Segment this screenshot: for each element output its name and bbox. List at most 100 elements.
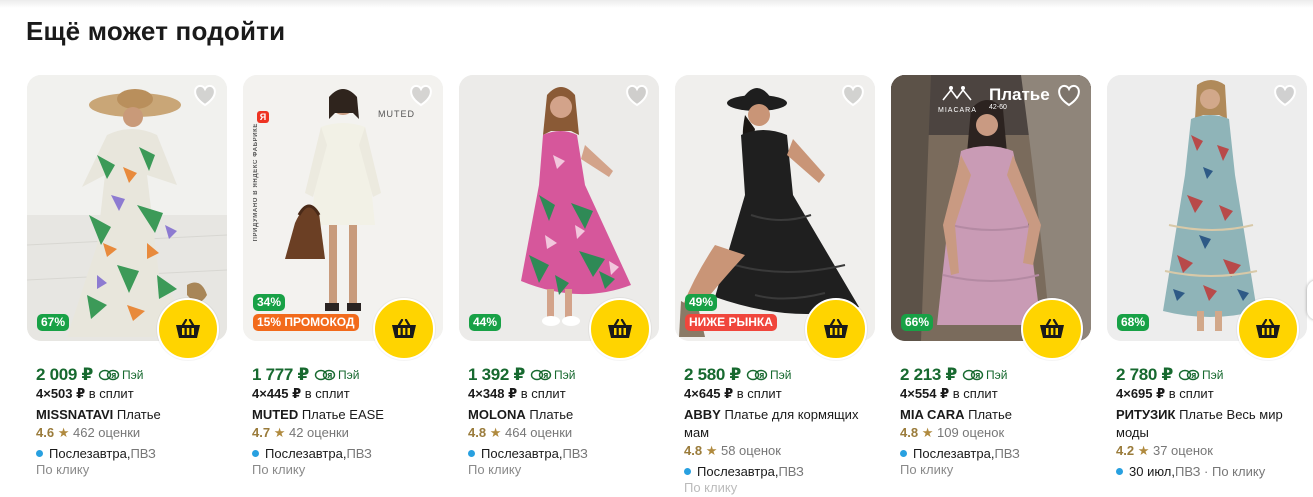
- split-amount: 4×645 ₽: [684, 386, 734, 401]
- basket-icon: [1256, 319, 1280, 338]
- favorite-heart-icon[interactable]: [408, 84, 434, 108]
- delivery-sub: По клику: [684, 480, 738, 495]
- add-to-cart-button[interactable]: [157, 298, 219, 360]
- price: 2 780 ₽: [1116, 365, 1173, 384]
- favorite-heart-icon[interactable]: [840, 84, 866, 108]
- split-suffix: в сплит: [733, 386, 782, 401]
- price-line: 2 009 ₽ Я Пэй: [36, 365, 226, 385]
- delivery-dot-icon: [1116, 467, 1123, 475]
- section-title: Ещё может подойти: [26, 16, 286, 46]
- product-title[interactable]: MOLONA Платье: [468, 406, 658, 424]
- product-card[interactable]: 67% 2 009 ₽ Я Пэй 4×503 ₽ в сплит MISSNA…: [27, 75, 227, 495]
- product-title[interactable]: MIA CARA Платье: [900, 406, 1090, 424]
- rating: 4.8 ★ 58 оценок: [684, 443, 874, 461]
- delivery: Послезавтра, ПВЗ: [900, 444, 1090, 462]
- delivery-dot-icon: [252, 449, 259, 457]
- badge-group: 44%: [469, 314, 502, 331]
- price-line: 1 777 ₽ Я Пэй: [252, 365, 442, 385]
- rating-value: 4.6: [36, 425, 55, 440]
- product-title[interactable]: MISSNATAVI Платье: [36, 406, 226, 424]
- delivery-date: Послезавтра,: [697, 463, 779, 479]
- brand: ABBY: [684, 407, 721, 422]
- miacara-wordmark: MIACARA: [938, 107, 977, 114]
- split-suffix: в сплит: [949, 386, 998, 401]
- add-to-cart-button[interactable]: [805, 298, 867, 360]
- yandex-badge: Я: [257, 111, 271, 123]
- delivery: Послезавтра, ПВЗ: [468, 444, 658, 462]
- delivery-dot-icon: [900, 449, 907, 457]
- product-name: Платье: [525, 407, 574, 422]
- delivery-place: ПВЗ: [994, 445, 1020, 461]
- reviews-count: 464 оценки: [504, 425, 573, 440]
- favorite-heart-icon[interactable]: [624, 84, 650, 108]
- delivery: Послезавтра, ПВЗ: [684, 462, 874, 480]
- product-card[interactable]: MIACARA Платье 42-60 66% 2 213 ₽ Я Пэй 4…: [891, 75, 1091, 495]
- discount-badge: 49%: [685, 294, 718, 311]
- product-name: Платье: [964, 407, 1012, 422]
- brand-watermark: MUTED: [378, 109, 415, 119]
- price: 1 777 ₽: [252, 365, 309, 384]
- pay-label: Пэй: [338, 368, 360, 382]
- split-amount: 4×348 ₽: [468, 386, 518, 401]
- delivery-dot-icon: [468, 449, 475, 457]
- brand: MISSNATAVI: [36, 407, 114, 422]
- reviews-count: 42 оценки: [288, 425, 349, 440]
- star-icon: ★: [57, 425, 70, 440]
- add-to-cart-button[interactable]: [373, 298, 435, 360]
- below-market-badge: НИЖЕ РЫНКА: [685, 314, 777, 331]
- reviews-count: 37 оценок: [1152, 443, 1213, 458]
- product-title[interactable]: ABBY Платье для кормящих мам: [684, 406, 874, 442]
- pay-icon: Я: [746, 369, 768, 381]
- delivery-place: ПВЗ: [562, 445, 588, 461]
- product-card[interactable]: 68% 2 780 ₽ Я Пэй 4×695 ₽ в сплит РИТУЗИ…: [1107, 75, 1307, 495]
- favorite-heart-icon[interactable]: [1272, 84, 1298, 108]
- split-suffix: в сплит: [1165, 386, 1214, 401]
- overlay-size: 42-60: [989, 104, 1007, 111]
- discount-badge: 34%: [253, 294, 286, 311]
- product-name: Платье EASE: [298, 407, 384, 422]
- delivery-sub: По клику: [900, 462, 954, 477]
- product-card[interactable]: 49% НИЖЕ РЫНКА 2 580 ₽ Я Пэй 4×645 ₽ в с…: [675, 75, 875, 495]
- product-title[interactable]: MUTED Платье EASE: [252, 406, 442, 424]
- add-to-cart-button[interactable]: [1237, 298, 1299, 360]
- basket-icon: [176, 319, 200, 338]
- star-icon: ★: [1137, 443, 1150, 458]
- price-line: 2 213 ₽ Я Пэй: [900, 365, 1090, 385]
- product-title[interactable]: РИТУЗИК Платье Весь мир моды: [1116, 406, 1306, 442]
- split-suffix: в сплит: [301, 386, 350, 401]
- pay-icon: Я: [530, 369, 552, 381]
- basket-icon: [392, 319, 416, 338]
- add-to-cart-button[interactable]: [1021, 298, 1083, 360]
- product-name: Платье: [113, 407, 161, 422]
- split-payment: 4×503 ₽ в сплит: [36, 386, 226, 403]
- delivery-place: ПВЗ: [130, 445, 156, 461]
- product-card[interactable]: MUTED Я ПРИДУМАНО В ЯНДЕКС ФАБРИКЕ 34% 1…: [243, 75, 443, 495]
- discount-badge: 67%: [37, 314, 70, 331]
- add-to-cart-button[interactable]: [589, 298, 651, 360]
- split-amount: 4×695 ₽: [1116, 386, 1166, 401]
- discount-badge: 68%: [1117, 314, 1150, 331]
- delivery-sub: По клику: [252, 462, 306, 477]
- basket-icon: [1040, 319, 1064, 338]
- pay-label: Пэй: [122, 368, 144, 382]
- badge-group: 68%: [1117, 314, 1150, 331]
- pay-label: Пэй: [770, 368, 792, 382]
- pay-icon: Я: [1178, 369, 1200, 381]
- carousel-next-button[interactable]: [1307, 280, 1313, 320]
- delivery-sub: По клику: [468, 462, 522, 477]
- price: 2 580 ₽: [684, 365, 741, 384]
- product-card[interactable]: 44% 1 392 ₽ Я Пэй 4×348 ₽ в сплит MOLONA…: [459, 75, 659, 495]
- split-amount: 4×503 ₽: [36, 386, 86, 401]
- rating: 4.7 ★ 42 оценки: [252, 425, 442, 443]
- rating: 4.8 ★ 109 оценок: [900, 425, 1090, 443]
- favorite-heart-icon[interactable]: [1056, 84, 1082, 108]
- badge-group: 66%: [901, 314, 934, 331]
- pay-icon: Я: [962, 369, 984, 381]
- star-icon: ★: [705, 443, 718, 458]
- split-payment: 4×695 ₽ в сплит: [1116, 386, 1306, 403]
- delivery: 30 июл, ПВЗ · По клику: [1116, 462, 1306, 480]
- rating-value: 4.7: [252, 425, 271, 440]
- favorite-heart-icon[interactable]: [192, 84, 218, 108]
- rating-value: 4.2: [1116, 443, 1135, 458]
- rating: 4.2 ★ 37 оценок: [1116, 443, 1306, 461]
